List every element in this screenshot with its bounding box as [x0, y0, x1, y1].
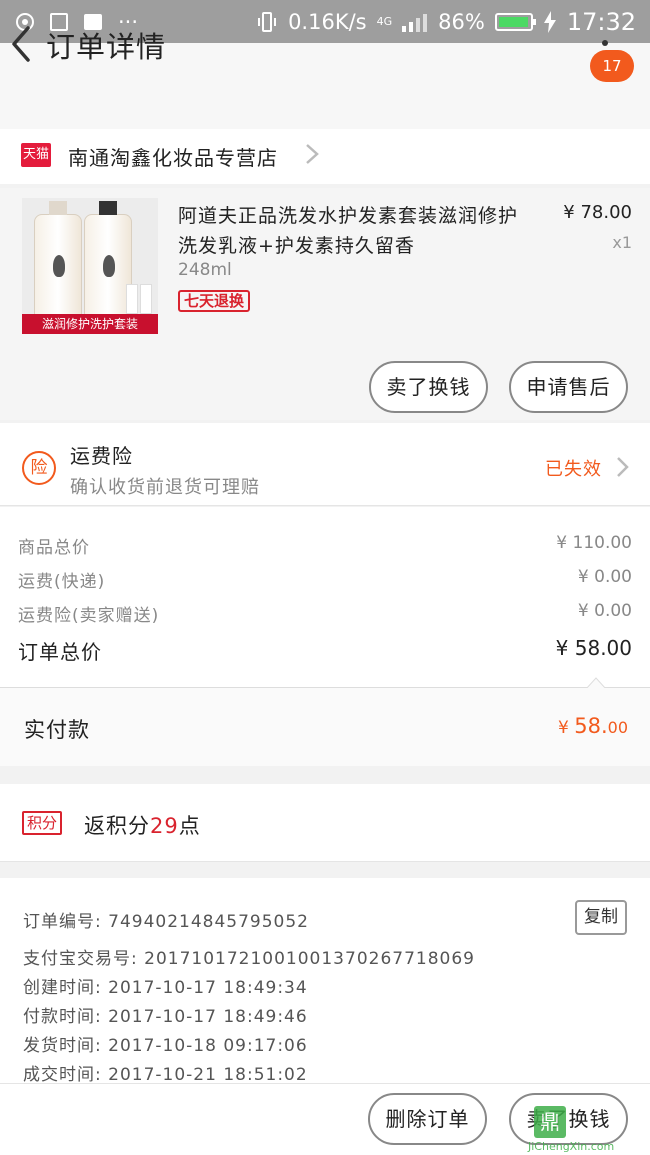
- insurance-subtitle: 确认收货前退货可理赔: [70, 477, 260, 498]
- product-image-banner: 滋润修护洗护套装: [22, 314, 158, 334]
- points-suffix: 点: [178, 814, 201, 838]
- order-total-value: ¥ 58.00: [555, 636, 632, 660]
- points-tag: 积分: [22, 811, 63, 835]
- status-right: 0.16K/s 4G 86% 17:32: [256, 8, 636, 36]
- insurance-title: 运费险: [70, 444, 133, 468]
- apply-aftersale-button[interactable]: 申请售后: [509, 361, 628, 413]
- signal-icon: [402, 13, 428, 32]
- product-quantity: x1: [612, 233, 632, 252]
- site-watermark: 鼎 JiChengXin.com: [528, 1106, 650, 1155]
- page-title: 订单详情: [46, 30, 167, 64]
- product-image[interactable]: 滋润修护洗护套装: [22, 198, 158, 334]
- completed-time: 成交时间: 2017-10-21 18:51:02: [23, 1065, 308, 1085]
- paid-row: [0, 688, 650, 766]
- created-time: 创建时间: 2017-10-17 18:49:34: [23, 978, 308, 998]
- bottle-image: [34, 201, 82, 320]
- battery-icon: [494, 12, 536, 31]
- insurance-fee-label: 运费险(卖家赠送): [18, 606, 160, 626]
- clock: 17:32: [566, 7, 636, 36]
- battery-percent: 86%: [438, 9, 485, 34]
- insurance-status: 已失效: [545, 459, 602, 480]
- insurance-fee-value: ¥ 0.00: [577, 601, 632, 621]
- order-total-label: 订单总价: [18, 640, 102, 664]
- sample-image: [140, 284, 152, 314]
- product-spec: 248ml: [178, 260, 232, 280]
- shop-name[interactable]: 南通淘鑫化妆品专营店: [68, 142, 278, 171]
- order-number: 订单编号: 74940214845795052: [23, 912, 310, 932]
- insurance-icon: 险: [22, 451, 56, 485]
- vibrate-icon: [258, 11, 277, 32]
- product-price: ¥ 78.00: [563, 202, 632, 223]
- charging-icon: [543, 10, 556, 33]
- notification-badge: 17: [590, 50, 634, 82]
- bottle-image: [84, 201, 132, 320]
- watermark-text: JiChengXin.com: [528, 1140, 615, 1153]
- sell-for-cash-button[interactable]: 卖了换钱: [369, 361, 488, 413]
- network-speed: 0.16K/s: [288, 9, 367, 34]
- paid-time: 付款时间: 2017-10-17 18:49:46: [23, 1007, 308, 1027]
- shipped-time: 发货时间: 2017-10-18 09:17:06: [23, 1036, 308, 1056]
- chevron-right-icon: [617, 457, 629, 477]
- return-policy-tag: 七天退换: [178, 290, 251, 312]
- chevron-right-icon: [306, 144, 319, 164]
- points-prefix: 返积分: [84, 814, 150, 838]
- watermark-logo: 鼎: [534, 1106, 566, 1138]
- delete-order-button[interactable]: 删除订单: [368, 1093, 487, 1145]
- paid-label: 实付款: [24, 718, 90, 742]
- points-text: 返积分29点: [84, 810, 201, 840]
- sample-image: [126, 284, 138, 314]
- paid-amount-main: 58.: [574, 714, 608, 738]
- shipping-fee-label: 运费(快递): [18, 572, 106, 592]
- network-type: 4G: [376, 15, 393, 28]
- alipay-trade-number: 支付宝交易号: 2017101721001001370267718069: [23, 949, 475, 969]
- back-button[interactable]: [8, 24, 38, 64]
- paid-amount-cents: 00: [607, 718, 628, 737]
- tmall-icon: 天猫: [21, 143, 51, 167]
- copy-button[interactable]: 复制: [575, 900, 627, 935]
- paid-amount: ¥ 58.00: [558, 714, 628, 738]
- product-title[interactable]: 阿道夫正品洗发水护发素套装滋润修护洗发乳液+护发素持久留香: [178, 201, 518, 261]
- points-number: 29: [150, 814, 179, 838]
- goods-total-value: ¥ 110.00: [556, 533, 632, 553]
- goods-total-label: 商品总价: [18, 538, 90, 558]
- shipping-fee-value: ¥ 0.00: [577, 567, 632, 587]
- currency-symbol: ¥: [558, 718, 575, 738]
